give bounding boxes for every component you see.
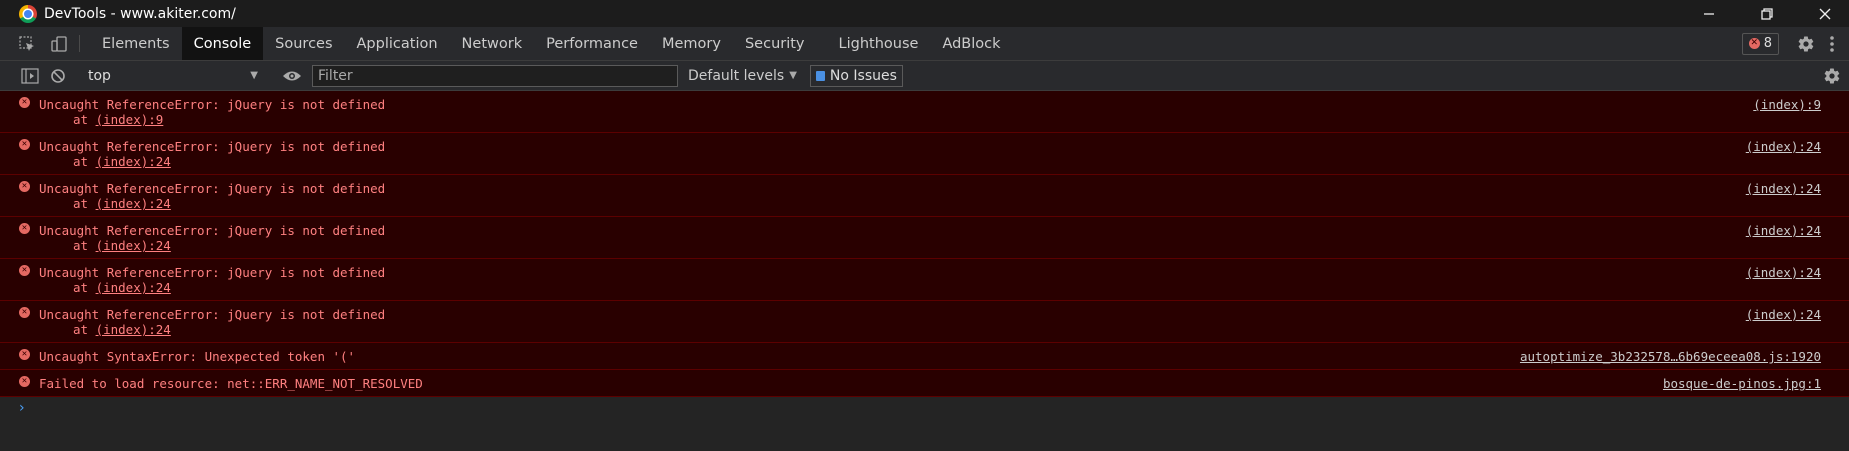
error-count-badge[interactable]: ✕ 8 <box>1741 32 1779 55</box>
close-icon <box>1819 8 1831 19</box>
stack-frame: at (index):24 <box>73 238 171 253</box>
stack-link[interactable]: (index):24 <box>96 196 171 211</box>
source-link[interactable]: (index):24 <box>1746 265 1821 280</box>
dropdown-arrow-icon: ▼ <box>250 70 258 81</box>
console-messages: ✕ Uncaught ReferenceError: jQuery is not… <box>0 91 1849 419</box>
stack-frame: at (index):24 <box>73 280 171 295</box>
console-error-message: ✕ Uncaught ReferenceError: jQuery is not… <box>0 175 1849 217</box>
tab-sources[interactable]: Sources <box>263 27 344 60</box>
tab-performance[interactable]: Performance <box>534 27 650 60</box>
source-link[interactable]: bosque-de-pinos.jpg:1 <box>1663 376 1821 391</box>
error-icon: ✕ <box>19 181 30 192</box>
filter-input[interactable] <box>312 64 678 87</box>
stack-frame: at (index):24 <box>73 154 171 169</box>
chrome-logo-icon <box>19 4 37 23</box>
source-link[interactable]: autoptimize_3b232578…6b69eceea08.js:1920 <box>1520 349 1821 364</box>
context-select[interactable]: top ▼ <box>76 65 264 87</box>
devtools-tab-bar: Elements Console Sources Application Net… <box>0 27 1849 61</box>
source-link[interactable]: (index):24 <box>1746 307 1821 322</box>
inspect-element-icon[interactable] <box>11 27 43 60</box>
error-icon: ✕ <box>19 97 30 108</box>
context-value: top <box>88 67 111 84</box>
console-error-message: ✕ Uncaught SyntaxError: Unexpected token… <box>0 343 1849 370</box>
window-title: DevTools - www.akiter.com/ <box>44 5 236 22</box>
more-options-icon[interactable] <box>1819 35 1845 53</box>
stack-link[interactable]: (index):24 <box>96 154 171 169</box>
tab-network[interactable]: Network <box>450 27 535 60</box>
error-icon: ✕ <box>19 349 30 360</box>
console-error-message: ✕ Failed to load resource: net::ERR_NAME… <box>0 370 1849 397</box>
stack-link[interactable]: (index):24 <box>96 280 171 295</box>
window-controls <box>1675 0 1849 27</box>
default-levels-dropdown[interactable]: Default levels ▼ <box>688 68 797 84</box>
minimize-icon <box>1704 12 1714 15</box>
message-text: Failed to load resource: net::ERR_NAME_N… <box>39 376 423 391</box>
source-link[interactable]: (index):24 <box>1746 181 1821 196</box>
device-toolbar-icon[interactable] <box>43 27 75 60</box>
error-icon: ✕ <box>19 139 30 150</box>
prompt-chevron-icon: › <box>19 400 25 416</box>
message-text: Uncaught ReferenceError: jQuery is not d… <box>39 181 386 196</box>
tab-elements[interactable]: Elements <box>90 27 182 60</box>
error-icon: ✕ <box>19 376 30 387</box>
tab-application[interactable]: Application <box>345 27 450 60</box>
message-text: Uncaught ReferenceError: jQuery is not d… <box>39 139 386 154</box>
error-icon: ✕ <box>19 307 30 318</box>
message-text: Uncaught ReferenceError: jQuery is not d… <box>39 265 386 280</box>
tab-lighthouse[interactable]: Lighthouse <box>827 27 931 60</box>
issues-label: No Issues <box>829 67 897 84</box>
console-error-message: ✕ Uncaught ReferenceError: jQuery is not… <box>0 133 1849 175</box>
toolbar-divider <box>79 35 80 52</box>
stack-link[interactable]: (index):24 <box>96 238 171 253</box>
minimize-button[interactable] <box>1685 0 1733 27</box>
source-link[interactable]: (index):9 <box>1753 97 1821 112</box>
message-text: Uncaught ReferenceError: jQuery is not d… <box>39 307 386 322</box>
title-bar: DevTools - www.akiter.com/ <box>0 0 1849 27</box>
tab-memory[interactable]: Memory <box>650 27 733 60</box>
console-prompt[interactable]: › <box>0 397 1849 419</box>
message-text: Uncaught ReferenceError: jQuery is not d… <box>39 223 386 238</box>
show-sidebar-icon[interactable] <box>16 67 44 84</box>
settings-icon[interactable] <box>1793 35 1819 53</box>
tab-security[interactable]: Security <box>733 27 817 60</box>
console-error-message: ✕ Uncaught ReferenceError: jQuery is not… <box>0 91 1849 133</box>
message-text: Uncaught ReferenceError: jQuery is not d… <box>39 97 386 112</box>
error-icon: ✕ <box>19 265 30 276</box>
clear-console-icon[interactable] <box>44 68 72 84</box>
console-error-message: ✕ Uncaught ReferenceError: jQuery is not… <box>0 301 1849 343</box>
stack-frame: at (index):9 <box>73 112 164 127</box>
chevron-down-icon: ▼ <box>789 70 797 81</box>
console-toolbar: top ▼ Default levels ▼ No Issues <box>0 61 1849 91</box>
console-error-message: ✕ Uncaught ReferenceError: jQuery is not… <box>0 259 1849 301</box>
levels-label: Default levels <box>688 67 785 84</box>
stack-link[interactable]: (index):24 <box>96 322 171 337</box>
error-icon: ✕ <box>1748 38 1760 49</box>
console-error-message: ✕ Uncaught ReferenceError: jQuery is not… <box>0 217 1849 259</box>
tab-adblock[interactable]: AdBlock <box>930 27 1012 60</box>
stack-link[interactable]: (index):9 <box>96 112 164 127</box>
maximize-button[interactable] <box>1743 0 1791 27</box>
stack-frame: at (index):24 <box>73 322 171 337</box>
tab-console[interactable]: Console <box>181 27 264 60</box>
source-link[interactable]: (index):24 <box>1746 223 1821 238</box>
live-expression-eye-icon[interactable] <box>278 69 306 83</box>
restore-icon <box>1761 7 1773 20</box>
error-count: 8 <box>1763 36 1772 51</box>
issues-button[interactable]: No Issues <box>809 64 903 87</box>
issues-icon <box>815 70 825 81</box>
error-icon: ✕ <box>19 223 30 234</box>
source-link[interactable]: (index):24 <box>1746 139 1821 154</box>
close-button[interactable] <box>1801 0 1849 27</box>
stack-frame: at (index):24 <box>73 196 171 211</box>
console-settings-icon[interactable] <box>1819 67 1845 85</box>
